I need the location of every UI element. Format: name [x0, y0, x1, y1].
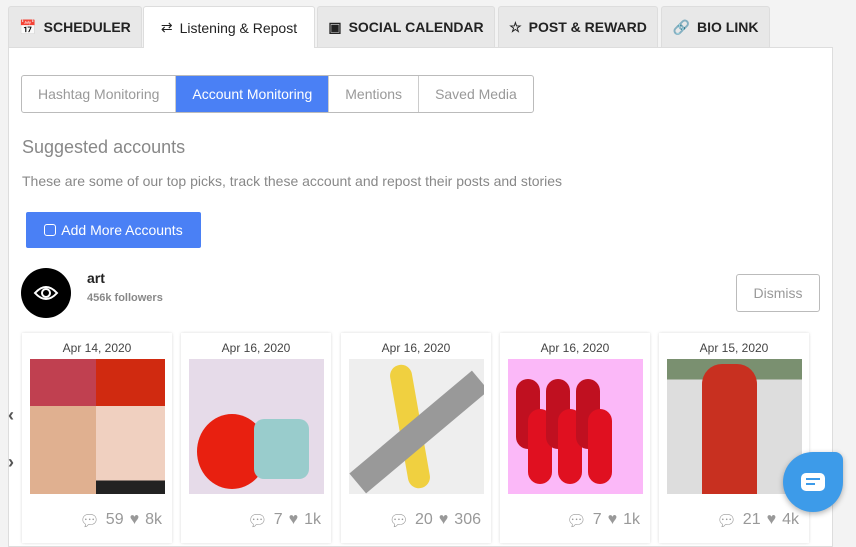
monitoring-subtabs: Hashtag Monitoring Account Monitoring Me… [21, 75, 534, 113]
post-card[interactable]: Apr 16, 2020 💬︎ 7 ♥ 1k [500, 333, 650, 543]
tab-scheduler[interactable]: 📅 SCHEDULER [8, 6, 142, 47]
post-date: Apr 16, 2020 [540, 341, 610, 355]
calendar-check-icon: 📅 [19, 18, 37, 35]
heart-icon: ♥ [129, 511, 140, 528]
tab-bio-link[interactable]: 🔗 BIO LINK [661, 6, 770, 47]
section-description: These are some of our top picks, track t… [22, 173, 563, 189]
heart-icon: ♥ [766, 511, 777, 528]
next-arrow-icon[interactable]: › [8, 452, 14, 473]
subtab-hashtag-monitoring[interactable]: Hashtag Monitoring [22, 76, 177, 112]
like-count: 8k [145, 511, 162, 528]
post-card[interactable]: Apr 14, 2020 💬︎ 59 ♥ 8k [22, 333, 172, 543]
calendar-icon: ▣ [328, 18, 342, 35]
prev-arrow-icon[interactable]: ‹ [8, 405, 14, 426]
heart-icon: ♥ [288, 511, 299, 528]
post-stats: 💬︎ 7 ♥ 1k [566, 511, 640, 531]
comment-icon: 💬︎ [566, 513, 587, 530]
add-more-accounts-button[interactable]: Add More Accounts [26, 212, 201, 248]
chat-icon [801, 473, 825, 491]
subtab-account-monitoring[interactable]: Account Monitoring [176, 76, 330, 112]
post-image[interactable] [666, 359, 802, 494]
comment-icon: 💬︎ [247, 513, 268, 530]
post-date: Apr 16, 2020 [221, 341, 291, 355]
comment-icon: 💬︎ [716, 513, 737, 530]
like-count: 1k [304, 511, 321, 528]
account-name[interactable]: art [87, 270, 105, 286]
comment-count: 7 [273, 511, 283, 528]
comment-count: 20 [415, 511, 433, 528]
post-image[interactable] [348, 359, 484, 494]
comment-count: 21 [742, 511, 761, 528]
account-followers: 456k followers [87, 292, 163, 304]
subtab-saved-media[interactable]: Saved Media [419, 76, 533, 112]
comment-icon: 💬︎ [388, 513, 409, 530]
post-stats: 💬︎ 59 ♥ 8k [79, 511, 162, 531]
post-card[interactable]: Apr 16, 2020 💬︎ 20 ♥ 306 [341, 333, 491, 543]
section-title: Suggested accounts [22, 137, 186, 157]
comment-count: 59 [105, 511, 124, 528]
chat-button[interactable] [783, 452, 843, 512]
post-image[interactable] [29, 359, 165, 494]
post-card[interactable]: Apr 16, 2020 💬︎ 7 ♥ 1k [181, 333, 331, 543]
tab-social-calendar[interactable]: ▣ SOCIAL CALENDAR [317, 6, 495, 47]
like-count: 1k [623, 511, 640, 528]
instagram-icon [44, 224, 57, 236]
eye-logo-icon [33, 286, 59, 300]
post-stats: 💬︎ 7 ♥ 1k [247, 511, 321, 531]
post-stats: 💬︎ 21 ♥ 4k [716, 511, 799, 531]
subtab-mentions[interactable]: Mentions [329, 76, 420, 112]
like-count: 306 [454, 511, 481, 528]
like-count: 4k [782, 511, 799, 528]
post-date: Apr 16, 2020 [381, 341, 451, 355]
heart-icon: ♥ [438, 511, 449, 528]
post-stats: 💬︎ 20 ♥ 306 [389, 511, 481, 531]
post-image[interactable] [188, 359, 324, 494]
link-icon: 🔗 [672, 18, 690, 35]
post-image[interactable] [507, 359, 643, 494]
star-icon: ☆ [509, 18, 522, 35]
comment-icon: 💬︎ [79, 513, 100, 530]
avatar[interactable] [21, 268, 71, 318]
post-date: Apr 15, 2020 [699, 341, 769, 355]
tab-post-reward[interactable]: ☆ POST & REWARD [498, 6, 658, 47]
heart-icon: ♥ [607, 511, 618, 528]
post-card[interactable]: Apr 15, 2020 💬︎ 21 ♥ 4k [659, 333, 809, 543]
comment-count: 7 [592, 511, 602, 528]
post-date: Apr 14, 2020 [62, 341, 132, 355]
tab-listening-repost[interactable]: ⇄ Listening & Repost [143, 6, 315, 48]
repost-icon: ⇄ [160, 19, 173, 35]
dismiss-button[interactable]: Dismiss [736, 274, 820, 312]
